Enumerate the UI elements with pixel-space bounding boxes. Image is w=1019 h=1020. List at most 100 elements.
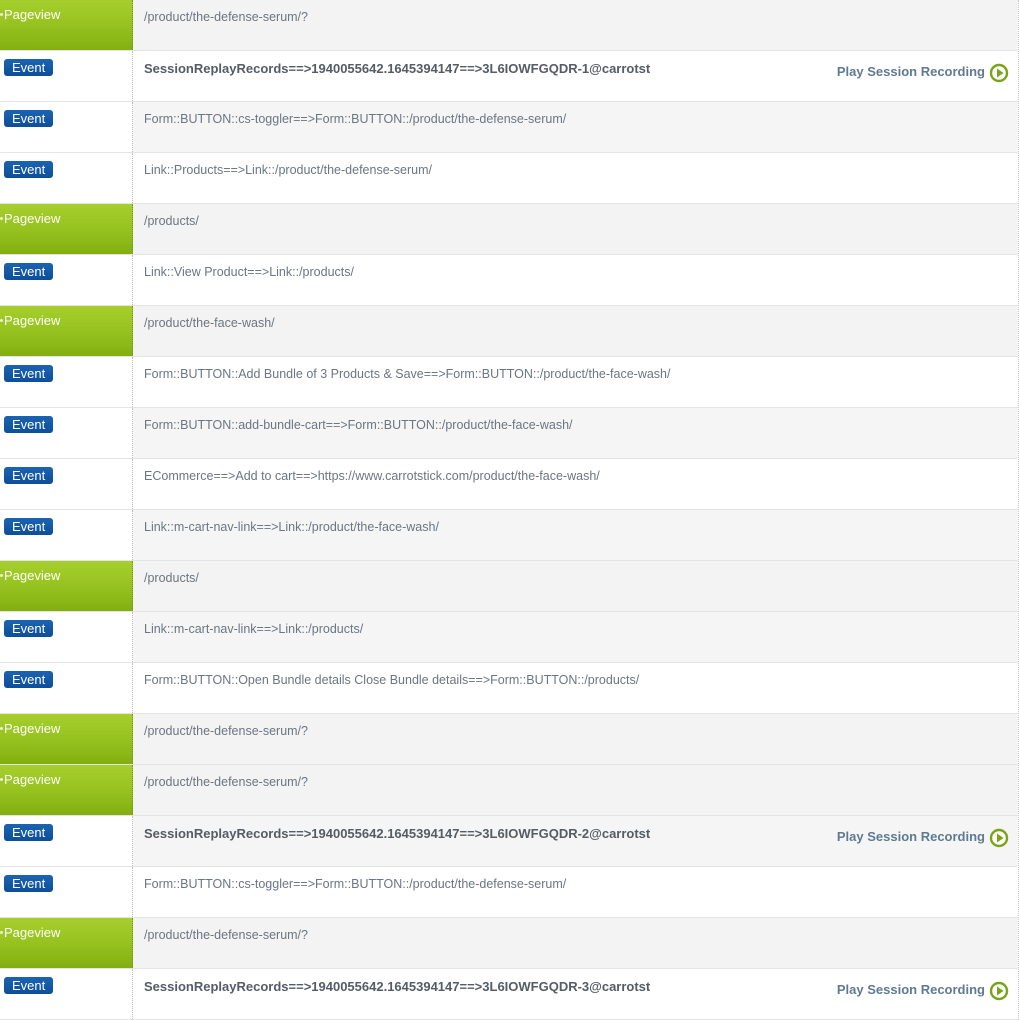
row-description: /products/ — [144, 571, 199, 585]
pageview-label: Pageview — [4, 313, 61, 328]
pageview-row: Pageview /product/the-defense-serum/? — [0, 0, 1018, 51]
event-row: Event SessionReplayRecords==>1940055642.… — [0, 969, 1018, 1020]
row-content: ECommerce==>Add to cart==>https://www.ca… — [133, 459, 1018, 509]
row-description: /product/the-defense-serum/? — [144, 928, 308, 942]
pageview-row: Pageview /products/ — [0, 204, 1018, 255]
row-content: Form::BUTTON::Open Bundle details Close … — [133, 663, 1018, 713]
play-icon[interactable] — [989, 981, 1009, 1001]
play-session-recording-link[interactable]: Play Session Recording — [837, 60, 1009, 83]
pageview-row: Pageview /product/the-defense-serum/? — [0, 765, 1018, 816]
play-session-recording-link[interactable]: Play Session Recording — [837, 978, 1009, 1001]
event-badge: Event — [4, 824, 54, 841]
row-content: Form::BUTTON::add-bundle-cart==>Form::BU… — [133, 408, 1018, 458]
row-description: Form::BUTTON::cs-toggler==>Form::BUTTON:… — [144, 877, 567, 891]
event-row: Event Link::m-cart-nav-link==>Link::/pro… — [0, 612, 1018, 663]
type-cell: Pageview — [0, 561, 133, 611]
row-content: /product/the-face-wash/ — [133, 306, 1018, 356]
row-content: SessionReplayRecords==>1940055642.164539… — [133, 51, 1018, 101]
row-description: /product/the-face-wash/ — [144, 316, 275, 330]
pageview-label: Pageview — [4, 7, 61, 22]
row-description: Link::m-cart-nav-link==>Link::/product/t… — [144, 520, 439, 534]
row-content: /products/ — [133, 204, 1018, 254]
play-session-recording-label: Play Session Recording — [836, 829, 985, 844]
event-row: Event Link::Products==>Link::/product/th… — [0, 153, 1018, 204]
event-row: Event Link::m-cart-nav-link==>Link::/pro… — [0, 510, 1018, 561]
event-badge: Event — [4, 59, 54, 76]
row-description: Link::View Product==>Link::/products/ — [144, 265, 354, 279]
activity-timeline-table: Pageview /product/the-defense-serum/? Ev… — [0, 0, 1019, 1020]
row-description: /product/the-defense-serum/? — [144, 775, 308, 789]
event-badge: Event — [4, 416, 54, 433]
row-content: SessionReplayRecords==>1940055642.164539… — [133, 816, 1018, 866]
type-cell: Pageview — [0, 306, 133, 356]
row-description: /products/ — [144, 214, 199, 228]
row-content: /products/ — [133, 561, 1018, 611]
event-badge: Event — [4, 467, 54, 484]
type-cell: Event — [0, 612, 133, 662]
row-content: Link::Products==>Link::/product/the-defe… — [133, 153, 1018, 203]
event-row: Event ECommerce==>Add to cart==>https://… — [0, 459, 1018, 510]
row-description: Link::m-cart-nav-link==>Link::/products/ — [144, 622, 364, 636]
event-row: Event Form::BUTTON::Add Bundle of 3 Prod… — [0, 357, 1018, 408]
row-content: SessionReplayRecords==>1940055642.164539… — [133, 969, 1018, 1019]
type-cell: Event — [0, 255, 133, 305]
row-content: Link::View Product==>Link::/products/ — [133, 255, 1018, 305]
type-cell: Event — [0, 51, 133, 101]
row-description: Form::BUTTON::cs-toggler==>Form::BUTTON:… — [144, 112, 567, 126]
type-cell: Event — [0, 357, 133, 407]
type-cell: Pageview — [0, 0, 133, 50]
type-cell: Pageview — [0, 204, 133, 254]
event-row: Event SessionReplayRecords==>1940055642.… — [0, 816, 1018, 867]
pageview-label: Pageview — [4, 772, 61, 787]
play-icon[interactable] — [989, 63, 1009, 83]
pageview-row: Pageview /products/ — [0, 561, 1018, 612]
type-cell: Pageview — [0, 918, 133, 968]
row-description: ECommerce==>Add to cart==>https://www.ca… — [144, 469, 600, 483]
type-cell: Event — [0, 816, 133, 866]
play-session-recording-label: Play Session Recording — [836, 64, 985, 79]
pageview-row: Pageview /product/the-defense-serum/? — [0, 714, 1018, 765]
event-row: Event Link::View Product==>Link::/produc… — [0, 255, 1018, 306]
event-row: Event Form::BUTTON::cs-toggler==>Form::B… — [0, 102, 1018, 153]
session-replay-record: SessionReplayRecords==>1940055642.164539… — [144, 826, 651, 841]
event-badge: Event — [4, 620, 54, 637]
event-badge: Event — [4, 671, 54, 688]
type-cell: Event — [0, 969, 133, 1019]
type-cell: Event — [0, 867, 133, 917]
pageview-label: Pageview — [4, 211, 61, 226]
row-content: /product/the-defense-serum/? — [133, 918, 1018, 968]
row-description: Link::Products==>Link::/product/the-defe… — [144, 163, 433, 177]
play-session-recording-link[interactable]: Play Session Recording — [837, 825, 1009, 848]
row-content: Form::BUTTON::Add Bundle of 3 Products &… — [133, 357, 1018, 407]
event-badge: Event — [4, 365, 54, 382]
pageview-row: Pageview /product/the-defense-serum/? — [0, 918, 1018, 969]
event-row: Event Form::BUTTON::Open Bundle details … — [0, 663, 1018, 714]
session-replay-record: SessionReplayRecords==>1940055642.164539… — [144, 61, 651, 76]
type-cell: Event — [0, 153, 133, 203]
event-badge: Event — [4, 977, 54, 994]
event-badge: Event — [4, 875, 54, 892]
pageview-label: Pageview — [4, 925, 61, 940]
event-row: Event Form::BUTTON::cs-toggler==>Form::B… — [0, 867, 1018, 918]
play-icon[interactable] — [989, 828, 1009, 848]
row-description: Form::BUTTON::Open Bundle details Close … — [144, 673, 640, 687]
event-badge: Event — [4, 110, 54, 127]
type-cell: Event — [0, 408, 133, 458]
row-content: Link::m-cart-nav-link==>Link::/product/t… — [133, 510, 1018, 560]
event-row: Event Form::BUTTON::add-bundle-cart==>Fo… — [0, 408, 1018, 459]
row-description: /product/the-defense-serum/? — [144, 10, 308, 24]
session-replay-record: SessionReplayRecords==>1940055642.164539… — [144, 979, 651, 994]
row-description: Form::BUTTON::add-bundle-cart==>Form::BU… — [144, 418, 573, 432]
event-row: Event SessionReplayRecords==>1940055642.… — [0, 51, 1018, 102]
row-content: /product/the-defense-serum/? — [133, 0, 1018, 50]
pageview-row: Pageview /product/the-face-wash/ — [0, 306, 1018, 357]
type-cell: Pageview — [0, 765, 133, 815]
row-content: Link::m-cart-nav-link==>Link::/products/ — [133, 612, 1018, 662]
row-description: Form::BUTTON::Add Bundle of 3 Products &… — [144, 367, 671, 381]
event-badge: Event — [4, 518, 54, 535]
type-cell: Event — [0, 663, 133, 713]
row-content: /product/the-defense-serum/? — [133, 714, 1018, 764]
row-content: Form::BUTTON::cs-toggler==>Form::BUTTON:… — [133, 102, 1018, 152]
pageview-label: Pageview — [4, 721, 61, 736]
type-cell: Event — [0, 102, 133, 152]
